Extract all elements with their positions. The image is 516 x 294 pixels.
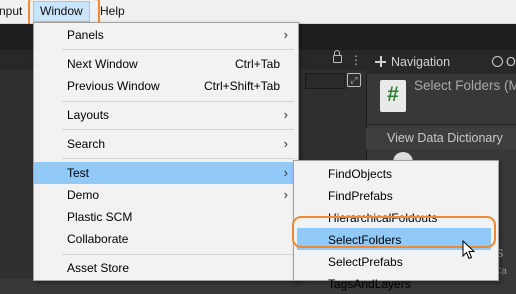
menu-item-shortcut: Ctrl+Tab	[234, 57, 280, 71]
submenu-item-label: FindObjects	[328, 167, 393, 181]
chevron-right-icon: ›	[283, 187, 288, 202]
left-panel	[0, 50, 33, 279]
occlusion-icon	[492, 56, 503, 67]
left-panel-tabbar	[0, 50, 33, 70]
menu-item-label: Test	[67, 166, 90, 180]
kebab-menu-icon[interactable]: ⋮	[350, 54, 362, 66]
menu-item-label: Collaborate	[67, 232, 129, 246]
menu-item-label: Previous Window	[67, 79, 160, 93]
menu-separator	[62, 158, 294, 159]
submenu-item-label: SelectFolders	[328, 233, 402, 247]
window-menu-dropdown: Panels › Next Window Ctrl+Tab Previous W…	[33, 22, 299, 281]
submenu-item-tagsandlayers[interactable]: TagsAndLayers	[294, 272, 498, 294]
menu-item-search[interactable]: Search ›	[34, 133, 298, 155]
lock-icon[interactable]	[333, 50, 342, 63]
menu-item-shortcut: Ctrl+Shift+Tab	[203, 79, 280, 93]
menu-input[interactable]: nput	[0, 4, 22, 18]
inspector-title: Select Folders (M	[414, 78, 516, 93]
view-data-dictionary-label: View Data Dictionary	[387, 131, 503, 145]
menu-item-label: Asset Store	[67, 261, 130, 275]
view-data-dictionary-header[interactable]: View Data Dictionary	[366, 128, 516, 149]
menu-item-label: Layouts	[67, 108, 110, 122]
submenu-item-label: FindPrefabs	[328, 189, 393, 203]
script-icon: #	[380, 80, 406, 112]
tab-occlusion-label: Occ	[506, 55, 516, 69]
menu-item-plastic-scm[interactable]: Plastic SCM	[34, 206, 298, 228]
menu-item-next-window[interactable]: Next Window Ctrl+Tab	[34, 53, 298, 75]
menu-bar: nput Window Help	[0, 0, 516, 24]
chevron-right-icon: ›	[283, 165, 288, 180]
submenu-item-hierarchicalfoldouts[interactable]: HierarchicalFoldouts	[294, 206, 498, 228]
menu-item-label: Plastic SCM	[67, 210, 133, 224]
submenu-item-label: SelectPrefabs	[328, 255, 403, 269]
mouse-cursor-icon	[462, 240, 476, 260]
menu-item-panels[interactable]: Panels ›	[34, 24, 298, 46]
menu-separator	[62, 49, 294, 50]
test-submenu: FindObjects FindPrefabs HierarchicalFold…	[293, 160, 499, 291]
submenu-item-findprefabs[interactable]: FindPrefabs	[294, 184, 498, 206]
submenu-item-label: HierarchicalFoldouts	[328, 211, 438, 225]
inspector-divider	[366, 124, 516, 125]
menu-item-collaborate[interactable]: Collaborate	[34, 228, 298, 250]
submenu-item-label: TagsAndLayers	[328, 277, 411, 291]
chevron-right-icon: ›	[283, 27, 288, 42]
menu-item-demo[interactable]: Demo ›	[34, 184, 298, 206]
navigation-icon	[375, 56, 386, 67]
expand-icon[interactable]: ⤢	[347, 73, 361, 87]
menu-help[interactable]: Help	[100, 4, 125, 18]
menu-separator	[62, 129, 294, 130]
menu-separator	[62, 254, 294, 255]
menu-item-label: Next Window	[67, 57, 138, 71]
tab-navigation[interactable]: Navigation	[375, 55, 450, 69]
menu-separator	[62, 101, 294, 102]
tab-occlusion[interactable]: Occ	[492, 55, 516, 69]
search-field[interactable]	[305, 73, 345, 89]
menu-item-asset-store[interactable]: Asset Store	[34, 257, 298, 279]
menu-item-label: Search	[67, 137, 106, 151]
chevron-right-icon: ›	[283, 136, 288, 151]
chevron-right-icon: ›	[283, 107, 288, 122]
menu-item-layouts[interactable]: Layouts ›	[34, 104, 298, 126]
submenu-item-findobjects[interactable]: FindObjects	[294, 162, 498, 184]
tab-navigation-label: Navigation	[391, 55, 451, 69]
menu-item-previous-window[interactable]: Previous Window Ctrl+Shift+Tab	[34, 75, 298, 97]
menu-item-label: Demo	[67, 188, 100, 202]
menu-window[interactable]: Window	[33, 1, 90, 22]
menu-item-test[interactable]: Test ›	[34, 162, 298, 184]
menu-item-label: Panels	[67, 28, 104, 42]
